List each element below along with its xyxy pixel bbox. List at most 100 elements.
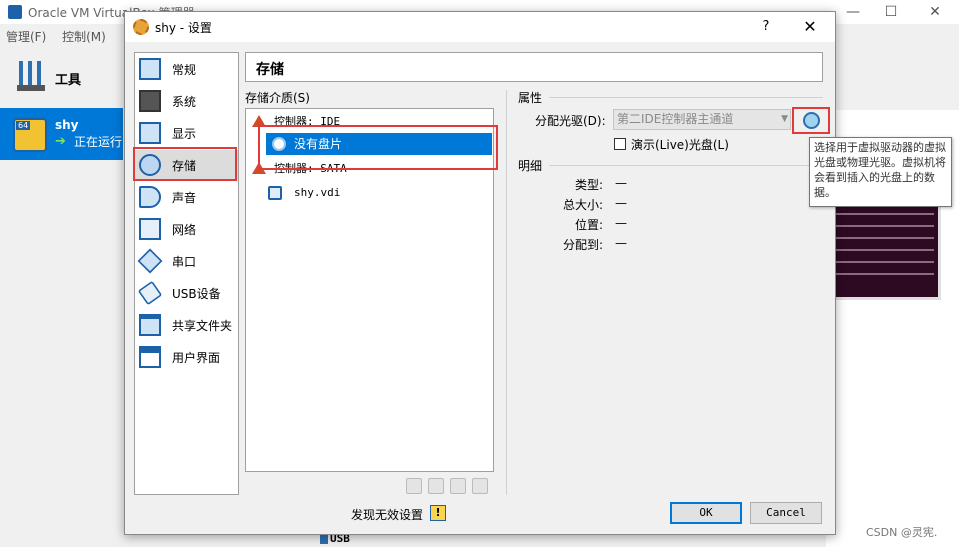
- chip-icon: [139, 90, 161, 112]
- monitor-icon: [139, 58, 161, 80]
- hard-disk-icon: [268, 186, 282, 200]
- add-controller-icon[interactable]: [406, 478, 422, 494]
- remove-attachment-icon[interactable]: [472, 478, 488, 494]
- settings-dialog: shy - 设置 ? ✕ 常规 系统 显示 存储 声音 网络 串口 USB设备 …: [124, 11, 836, 535]
- usb-icon: [320, 534, 328, 544]
- details-divider: [549, 165, 823, 166]
- virtualbox-logo-icon: [8, 5, 22, 19]
- chevron-down-icon: ▼: [781, 114, 788, 124]
- tree-item-ide-controller[interactable]: 控制器: IDE: [252, 111, 490, 133]
- minimize-button[interactable]: —: [838, 2, 868, 22]
- add-attachment-icon[interactable]: [450, 478, 466, 494]
- close-button[interactable]: ✕: [920, 2, 950, 22]
- sidebar-item-label: 网络: [172, 223, 197, 237]
- tree-item-sata-controller[interactable]: 控制器: SATA: [252, 158, 490, 180]
- menu-control[interactable]: 控制(M): [62, 26, 106, 48]
- sidebar-item-audio[interactable]: 声音: [135, 182, 238, 212]
- vm-bits-badge: 64: [16, 121, 31, 130]
- controller-icon: [252, 162, 266, 174]
- settings-sidebar: 常规 系统 显示 存储 声音 网络 串口 USB设备 共享文件夹 用户界面: [134, 52, 239, 495]
- detail-attached-value: —: [615, 236, 627, 250]
- vm-name: shy: [55, 118, 79, 132]
- optical-drive-select[interactable]: 第二IDE控制器主通道 ▼: [613, 109, 791, 130]
- attributes-divider: [549, 97, 823, 98]
- invalid-settings-text: 发现无效设置: [351, 508, 424, 522]
- sidebar-item-serial[interactable]: 串口: [135, 246, 238, 276]
- disc-menu-icon: [803, 112, 820, 129]
- optical-drive-label: 分配光驱(D):: [535, 114, 606, 128]
- tools-icon: [17, 61, 45, 91]
- detail-type-value: —: [615, 176, 627, 190]
- storage-tree-toolbar: [404, 476, 494, 496]
- sidebar-item-general[interactable]: 常规: [135, 54, 238, 84]
- detail-type-label: 类型:: [574, 178, 603, 192]
- sidebar-item-user-interface[interactable]: 用户界面: [135, 342, 238, 372]
- serial-icon: [137, 248, 163, 274]
- vm-os-icon: 64: [13, 118, 47, 152]
- sidebar-item-label: USB设备: [172, 287, 221, 301]
- detail-location-label: 位置:: [574, 218, 603, 232]
- usb-icon: [137, 280, 163, 306]
- sidebar-item-label: 常规: [172, 63, 197, 77]
- tree-item-label: shy.vdi: [294, 186, 341, 199]
- storage-icon: [139, 154, 161, 176]
- vm-list-item-shy[interactable]: 64 shy ➔ 正在运行: [0, 108, 123, 160]
- sidebar-item-network[interactable]: 网络: [135, 214, 238, 244]
- vm-state: 正在运行: [74, 135, 123, 149]
- attributes-heading: 属性: [518, 91, 543, 105]
- detail-attached-label: 分配到:: [562, 238, 603, 252]
- tree-item-label: 控制器: IDE: [274, 115, 341, 128]
- speaker-icon: [139, 186, 161, 208]
- page-title: 存储: [256, 62, 284, 78]
- sidebar-item-label: 声音: [172, 191, 197, 205]
- help-button[interactable]: ?: [751, 15, 781, 39]
- sidebar-item-label: 显示: [172, 127, 197, 141]
- choose-disc-button[interactable]: [792, 107, 830, 134]
- menu-manage[interactable]: 管理(F): [6, 26, 46, 48]
- sidebar-item-label: 串口: [172, 255, 197, 269]
- sidebar-item-label: 系统: [172, 95, 197, 109]
- remove-controller-icon[interactable]: [428, 478, 444, 494]
- running-arrow-icon: ➔: [55, 134, 66, 149]
- dialog-title: shy - 设置: [155, 21, 212, 35]
- sidebar-item-label: 存储: [172, 159, 197, 173]
- tree-item-empty-disc[interactable]: 没有盘片: [266, 133, 492, 155]
- network-icon: [139, 218, 161, 240]
- detail-size-label: 总大小:: [562, 198, 603, 212]
- sidebar-item-shared-folders[interactable]: 共享文件夹: [135, 310, 238, 340]
- detail-size-value: —: [615, 196, 627, 210]
- tools-label: 工具: [55, 73, 82, 88]
- sidebar-item-storage[interactable]: 存储: [135, 150, 238, 180]
- detail-location-value: —: [615, 216, 627, 230]
- watermark: CSDN @灵宪.: [866, 526, 938, 539]
- choose-disc-tooltip: 选择用于虚拟驱动器的虚拟光盘或物理光驱。虚拟机将会看到插入的光盘上的数据。: [809, 137, 952, 207]
- display-icon: [139, 122, 161, 144]
- sidebar-item-system[interactable]: 系统: [135, 86, 238, 116]
- page-title-box: 存储: [245, 52, 823, 82]
- live-cd-label: 演示(Live)光盘(L): [631, 138, 729, 152]
- tree-item-label: 没有盘片: [294, 137, 343, 151]
- live-cd-checkbox[interactable]: [614, 138, 626, 150]
- warning-icon[interactable]: !: [430, 505, 446, 521]
- ok-button[interactable]: OK: [670, 502, 742, 524]
- ui-icon: [139, 346, 161, 368]
- sidebar-item-display[interactable]: 显示: [135, 118, 238, 148]
- tree-item-hard-disk[interactable]: shy.vdi: [268, 182, 490, 204]
- details-heading: 明细: [518, 159, 543, 173]
- dialog-close-button[interactable]: ✕: [793, 15, 827, 39]
- dialog-titlebar: shy - 设置 ? ✕: [125, 12, 835, 42]
- tree-item-label: 控制器: SATA: [274, 162, 347, 175]
- controller-icon: [252, 115, 266, 127]
- settings-gear-icon: [133, 19, 149, 35]
- maximize-button[interactable]: ☐: [876, 2, 906, 22]
- storage-tree[interactable]: 控制器: IDE 没有盘片 控制器: SATA shy.vdi: [245, 108, 494, 472]
- folder-icon: [139, 314, 161, 336]
- sidebar-item-label: 用户界面: [172, 351, 221, 365]
- sidebar-item-label: 共享文件夹: [172, 319, 233, 333]
- sidebar-item-usb[interactable]: USB设备: [135, 278, 238, 308]
- cancel-button[interactable]: Cancel: [750, 502, 822, 524]
- tools-item[interactable]: 工具: [0, 55, 123, 101]
- optical-disc-icon: [272, 137, 286, 151]
- optical-drive-value: 第二IDE控制器主通道: [617, 112, 734, 126]
- main-menubar: 管理(F) 控制(M): [0, 26, 112, 48]
